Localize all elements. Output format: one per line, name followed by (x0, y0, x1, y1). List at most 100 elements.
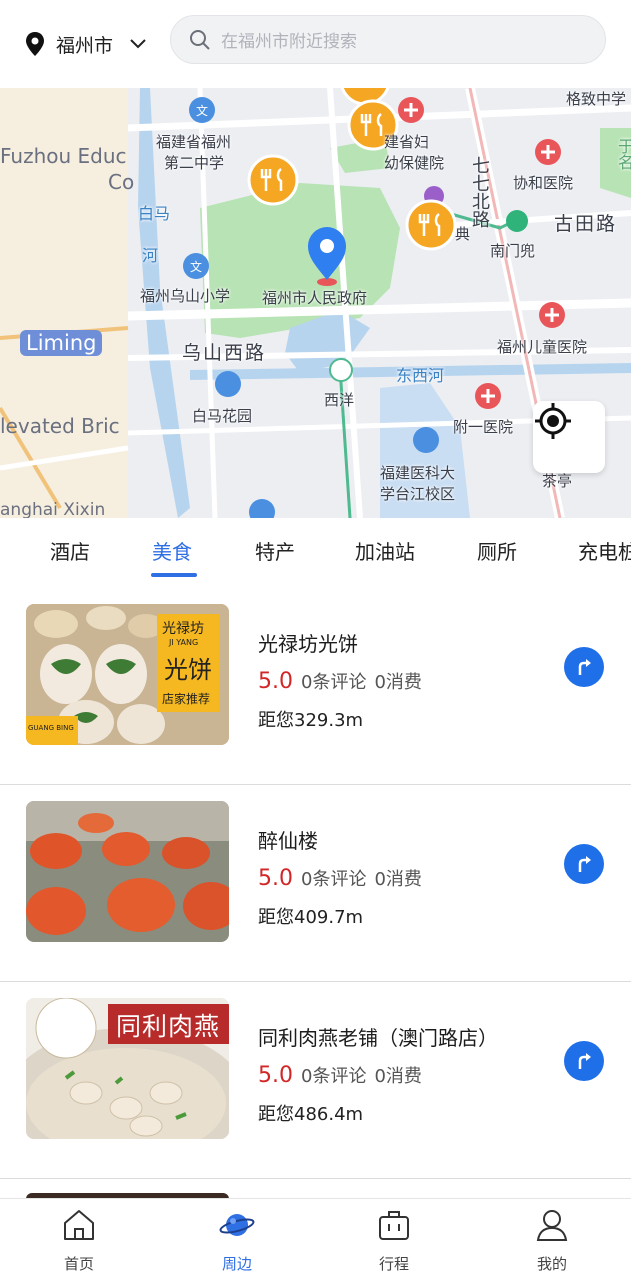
map-view[interactable]: 文 文 Fuzhou Educ Co Liming levated Bric a… (0, 88, 631, 518)
distance: 距您486.4m (258, 1104, 364, 1125)
list-item[interactable]: 醉仙楼 5.0 0条评论 0消费 距您409.7m (0, 785, 631, 982)
svg-text:文: 文 (196, 103, 208, 118)
map-label: 茶亭 (542, 472, 573, 490)
map-label: 古田路 (554, 213, 618, 235)
search-input[interactable]: 在福州市附近搜索 (170, 15, 606, 64)
tab-gas-station[interactable]: 加油站 (355, 536, 415, 565)
navigate-button[interactable] (564, 844, 604, 884)
tab-specialty[interactable]: 特产 (255, 536, 295, 565)
map-label: 附一医院 (453, 418, 514, 436)
map-label: 乌山西路 (182, 342, 267, 364)
thumb-text: 光饼 (164, 656, 212, 684)
map-label-liming: Liming (20, 330, 103, 356)
navigate-button[interactable] (564, 1041, 604, 1081)
map-label: 协和医院 (513, 174, 574, 192)
map-label: 典 (455, 225, 471, 243)
nav-label: 我的 (536, 1255, 567, 1273)
planet-icon (219, 1214, 255, 1236)
map-label: 七七北路 (469, 156, 490, 228)
nav-nearby[interactable]: 周边 (187, 1207, 287, 1277)
rating-row: 5.0 0条评论 0消费 (258, 1062, 422, 1088)
map-label: Fuzhou Educ (0, 144, 127, 168)
hospital-marker (475, 383, 501, 409)
rating-value: 5.0 (258, 866, 293, 891)
tab-hotel[interactable]: 酒店 (50, 536, 90, 565)
map-label: 福州儿童医院 (497, 338, 588, 356)
place-name[interactable]: 同利肉燕老铺（澳门路店） (258, 1022, 498, 1051)
turn-right-arrow-icon (578, 1053, 591, 1069)
place-thumbnail: 同利肉燕 (26, 998, 229, 1139)
map-label: Co (108, 170, 135, 194)
school-marker: 文 (189, 97, 215, 123)
map-label: 格致中学 (566, 90, 627, 108)
review-count: 0条评论 (301, 672, 367, 693)
map-label: 南门兜 (490, 242, 536, 260)
restaurant-marker[interactable] (247, 154, 299, 206)
thumb-text: GUANG BING (28, 724, 74, 732)
map-label: 幼保健院 (384, 154, 445, 172)
map-label: 于名 (615, 138, 631, 170)
review-count: 0条评论 (301, 1066, 367, 1087)
spend-count: 0消费 (374, 869, 422, 890)
map-label: 东西河 (396, 366, 445, 385)
home-icon (64, 1210, 94, 1240)
category-tabs: 酒店 美食 特产 加油站 厕所 充电桩 (0, 518, 631, 584)
map-label: 学台江校区 (380, 485, 456, 503)
svg-text:文: 文 (190, 259, 202, 274)
nav-profile[interactable]: 我的 (502, 1207, 602, 1277)
bottom-nav: 首页 周边 行程 我的 (0, 1198, 631, 1280)
map-label: 福州乌山小学 (140, 287, 231, 305)
map-label: levated Bric (0, 414, 120, 438)
rating-value: 5.0 (258, 1063, 293, 1088)
school-marker (413, 427, 439, 453)
luggage-icon (379, 1211, 409, 1240)
park-marker (329, 358, 353, 382)
chevron-down-icon (130, 39, 146, 49)
rating-row: 5.0 0条评论 0消费 (258, 865, 422, 891)
spend-count: 0消费 (374, 1066, 422, 1087)
tab-food[interactable]: 美食 (152, 536, 192, 565)
place-thumbnail (26, 801, 229, 942)
thumb-text: 店家推荐 (162, 692, 211, 706)
tab-toilet[interactable]: 厕所 (477, 536, 517, 565)
restaurant-marker[interactable] (405, 199, 457, 251)
user-icon (536, 1210, 568, 1241)
locate-me-button[interactable] (533, 401, 605, 473)
city-name: 福州市 (56, 34, 114, 57)
map-label: 建省妇 (384, 133, 430, 151)
nav-label: 行程 (378, 1255, 409, 1273)
map-label: 白马花园 (192, 407, 253, 425)
nav-label: 周边 (221, 1255, 252, 1273)
nav-home[interactable]: 首页 (29, 1207, 129, 1277)
review-count: 0条评论 (301, 869, 367, 890)
turn-right-arrow-icon (578, 659, 591, 675)
search-placeholder: 在福州市附近搜索 (221, 32, 357, 52)
list-item[interactable]: 光禄坊 JI YANG 光饼 店家推荐 GUANG BING 光禄坊光饼 5.0… (0, 588, 631, 785)
hospital-marker (539, 302, 565, 328)
list-item[interactable]: 同利肉燕 同利肉燕老铺（澳门路店） 5.0 0条评论 0消费 距您486.4m (0, 982, 631, 1179)
navigate-button[interactable] (564, 647, 604, 687)
search-icon (190, 29, 210, 50)
thumb-text: 光禄坊 (162, 621, 204, 637)
place-name[interactable]: 光禄坊光饼 (258, 628, 358, 657)
school-marker: 文 (183, 253, 209, 279)
place-thumbnail: 光禄坊 JI YANG 光饼 店家推荐 GUANG BING (26, 604, 229, 745)
nav-itinerary[interactable]: 行程 (344, 1207, 444, 1277)
nav-label: 首页 (63, 1255, 94, 1273)
school-marker (215, 371, 241, 397)
hospital-marker (398, 97, 424, 123)
place-name[interactable]: 醉仙楼 (258, 825, 318, 854)
metro-marker (506, 210, 528, 232)
rating-row: 5.0 0条评论 0消费 (258, 668, 422, 694)
tab-charging[interactable]: 充电桩 (578, 536, 631, 565)
thumb-text: JI YANG (169, 638, 199, 647)
map-label: 白马 (138, 204, 171, 223)
distance: 距您409.7m (258, 907, 364, 928)
spend-count: 0消费 (374, 672, 422, 693)
map-label: 西洋 (324, 391, 355, 409)
city-selector[interactable]: 福州市 (24, 31, 170, 58)
map-label: 福建省福州 (156, 133, 232, 151)
map-label: 福州市人民政府 (262, 289, 368, 307)
crosshair-icon (535, 403, 571, 439)
hospital-marker (535, 139, 561, 165)
